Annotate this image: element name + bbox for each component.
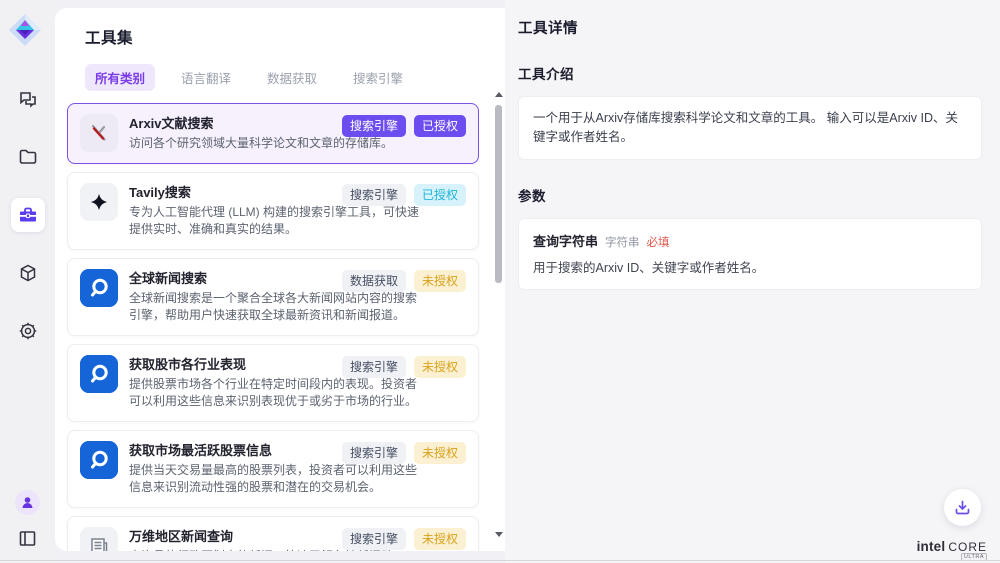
params-heading: 参数 bbox=[518, 185, 982, 205]
intro-heading: 工具介绍 bbox=[518, 63, 982, 83]
rail-nav bbox=[0, 82, 55, 348]
intro-text: 一个用于从Arxiv存储库搜索科学论文和文章的工具。 输入可以是Arxiv ID… bbox=[533, 109, 967, 147]
news-search-icon bbox=[80, 269, 118, 307]
category-badge: 搜索引擎 bbox=[342, 115, 406, 137]
download-button[interactable] bbox=[944, 489, 981, 526]
category-badge: 搜索引擎 bbox=[342, 528, 406, 550]
category-badge: 搜索引擎 bbox=[342, 356, 406, 378]
auth-badge: 未授权 bbox=[414, 356, 466, 378]
category-badge: 数据获取 bbox=[342, 270, 406, 292]
tool-description: 提供当天交易量最高的股票列表，投资者可以利用这些信息来识别流动性强的股票和潜在的… bbox=[129, 462, 421, 497]
tool-detail-panel: 工具详情 工具介绍 一个用于从Arxiv存储库搜索科学论文和文章的工具。 输入可… bbox=[505, 0, 1000, 563]
core-wordmark: CORE bbox=[948, 540, 987, 554]
param-header: 查询字符串 字符串 必填 bbox=[533, 231, 967, 250]
tool-collection-panel: 工具集 所有类别语言翻译数据获取搜索引擎 Arxiv文献搜索 访问各个研究领域大… bbox=[55, 8, 505, 551]
tool-badges: 搜索引擎 未授权 bbox=[342, 356, 466, 378]
intro-box: 一个用于从Arxiv存储库搜索科学论文和文章的工具。 输入可以是Arxiv ID… bbox=[518, 96, 982, 160]
panel-toggle-icon[interactable] bbox=[15, 525, 41, 551]
auth-badge: 未授权 bbox=[414, 442, 466, 464]
toolbox-icon[interactable] bbox=[11, 198, 45, 232]
auth-badge: 已授权 bbox=[414, 184, 466, 206]
scroll-down-arrow-icon[interactable] bbox=[495, 532, 503, 537]
window-bottom-edge bbox=[0, 560, 1000, 561]
news-search-icon bbox=[80, 355, 118, 393]
download-icon bbox=[954, 499, 971, 516]
tab-0[interactable]: 所有类别 bbox=[85, 64, 155, 91]
category-badge: 搜索引擎 bbox=[342, 184, 406, 206]
auth-badge: 已授权 bbox=[414, 115, 466, 137]
user-avatar-icon[interactable] bbox=[15, 490, 40, 515]
tool-badges: 搜索引擎 已授权 bbox=[342, 115, 466, 137]
param-name: 查询字符串 bbox=[533, 231, 598, 250]
param-box: 查询字符串 字符串 必填 用于搜索的Arxiv ID、关键字或作者姓名。 bbox=[518, 218, 982, 291]
tab-1[interactable]: 语言翻译 bbox=[171, 64, 241, 91]
tool-description: 全球新闻搜索是一个聚合全球各大新闻网站内容的搜索引擎，帮助用户快速获取全球最新资… bbox=[129, 290, 421, 325]
arxiv-icon bbox=[80, 114, 118, 152]
tool-card[interactable]: 全球新闻搜索 全球新闻搜索是一个聚合全球各大新闻网站内容的搜索引擎，帮助用户快速… bbox=[67, 258, 479, 336]
tool-badges: 搜索引擎 已授权 bbox=[342, 184, 466, 206]
app-logo-icon bbox=[7, 12, 43, 48]
tool-description: 访问各个研究领域大量科学论文和文章的存储库。 bbox=[129, 135, 393, 153]
tool-description: 提供股票市场各个行业在特定时间段内的表现。投资者可以利用这些信息来识别表现优于或… bbox=[129, 376, 421, 411]
tool-list: Arxiv文献搜索 访问各个研究领域大量科学论文和文章的存储库。 搜索引擎 已授… bbox=[67, 103, 479, 551]
auth-badge: 未授权 bbox=[414, 270, 466, 292]
tab-2[interactable]: 数据获取 bbox=[257, 64, 327, 91]
tool-badges: 数据获取 未授权 bbox=[342, 270, 466, 292]
tab-3[interactable]: 搜索引擎 bbox=[343, 64, 413, 91]
tavily-icon bbox=[80, 183, 118, 221]
chat-icon[interactable] bbox=[11, 82, 45, 116]
tool-card[interactable]: Arxiv文献搜索 访问各个研究领域大量科学论文和文章的存储库。 搜索引擎 已授… bbox=[67, 103, 479, 164]
auth-badge: 未授权 bbox=[414, 528, 466, 550]
param-description: 用于搜索的Arxiv ID、关键字或作者姓名。 bbox=[533, 259, 967, 278]
settings-icon[interactable] bbox=[11, 314, 45, 348]
category-badge: 搜索引擎 bbox=[342, 442, 406, 464]
left-rail bbox=[0, 0, 55, 563]
news-search-icon bbox=[80, 441, 118, 479]
list-scrollbar[interactable] bbox=[494, 92, 503, 537]
intel-wordmark: intel bbox=[917, 539, 946, 554]
param-type: 字符串 bbox=[605, 234, 640, 250]
tool-card[interactable]: 获取市场最活跃股票信息 提供当天交易量最高的股票列表，投资者可以利用这些信息来识… bbox=[67, 430, 479, 508]
detail-title: 工具详情 bbox=[518, 17, 982, 38]
rail-bottom bbox=[0, 490, 55, 551]
tool-badges: 搜索引擎 未授权 bbox=[342, 442, 466, 464]
folder-icon[interactable] bbox=[11, 140, 45, 174]
intel-core-logo: intel CORE ULTRA bbox=[917, 539, 987, 554]
tool-card[interactable]: 获取股市各行业表现 提供股票市场各个行业在特定时间段内的表现。投资者可以利用这些… bbox=[67, 344, 479, 422]
tool-badges: 搜索引擎 未授权 bbox=[342, 528, 466, 550]
scrollbar-thumb[interactable] bbox=[495, 105, 502, 283]
category-tabs: 所有类别语言翻译数据获取搜索引擎 bbox=[85, 64, 505, 91]
page-title: 工具集 bbox=[85, 26, 505, 48]
tool-card[interactable]: Tavily搜索 专为人工智能代理 (LLM) 构建的搜索引擎工具，可快速提供实… bbox=[67, 172, 479, 250]
scroll-up-arrow-icon[interactable] bbox=[495, 92, 503, 97]
tool-description: 专为人工智能代理 (LLM) 构建的搜索引擎工具，可快速提供实时、准确和真实的结… bbox=[129, 204, 421, 239]
tool-card[interactable]: 万维地区新闻查询 查询具体行政区划内的新闻，快速了解各地新闻动 搜索引擎 未授权 bbox=[67, 516, 479, 552]
newspaper-icon bbox=[80, 527, 118, 552]
param-required-label: 必填 bbox=[647, 234, 670, 250]
cube-icon[interactable] bbox=[11, 256, 45, 290]
